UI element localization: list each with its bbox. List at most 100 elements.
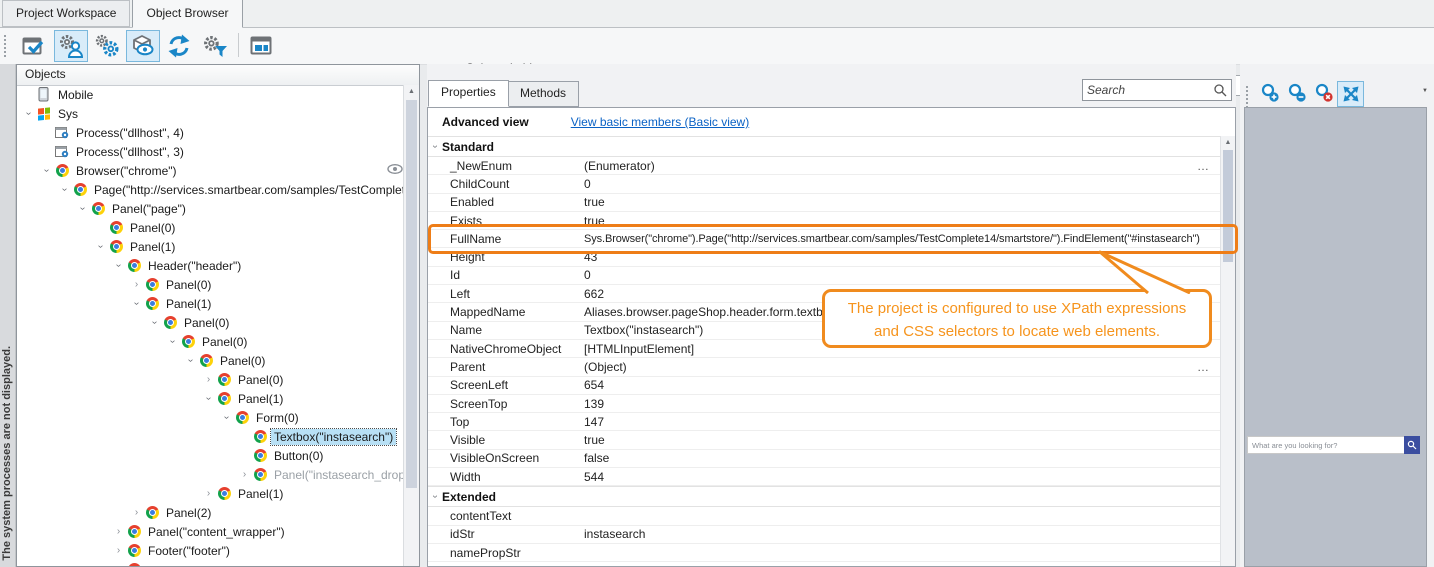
property-grid-scrollbar-thumb[interactable] [1223, 150, 1233, 262]
toolbar-button-box-eye[interactable] [126, 30, 160, 62]
property-name: namePropStr [428, 546, 584, 560]
tree-item[interactable]: Button(0) [17, 446, 404, 465]
collapse-icon[interactable]: › [113, 258, 124, 273]
property-more-button[interactable]: … [1197, 159, 1220, 173]
tree-item[interactable]: Process("dllhost", 3) [17, 142, 404, 161]
collapse-icon[interactable]: › [185, 353, 196, 368]
tree-item[interactable]: Textbox("instasearch") [17, 427, 404, 446]
tree-item[interactable] [17, 560, 404, 566]
tree-item[interactable]: ›Page("http://services.smartbear.com/sam… [17, 180, 404, 199]
property-row[interactable]: FullNameSys.Browser("chrome").Page("http… [428, 230, 1220, 248]
tree-item[interactable]: ›Panel(2) [17, 503, 404, 522]
property-row[interactable]: ScreenLeft654 [428, 377, 1220, 395]
toolbar-button-window-check[interactable] [18, 30, 52, 62]
collapse-icon[interactable]: › [221, 410, 232, 425]
toolbar-button-gears[interactable] [90, 30, 124, 62]
property-more-button[interactable]: … [1197, 360, 1220, 374]
collapse-icon[interactable]: › [23, 106, 34, 121]
toolbar-drag-handle[interactable] [4, 35, 10, 57]
collapse-icon[interactable]: › [59, 182, 70, 197]
collapse-icon[interactable]: › [41, 163, 52, 178]
expand-icon[interactable]: › [201, 374, 216, 385]
preview-toolbar-dropdown[interactable]: ▼ [1422, 88, 1428, 94]
property-row[interactable]: ObjectIdentifierinstasearch [428, 562, 1220, 567]
tree-item[interactable]: ›Panel(1) [17, 237, 404, 256]
preview-button-zoom-reset[interactable] [1310, 80, 1337, 106]
collapse-icon[interactable]: › [131, 296, 142, 311]
property-row[interactable]: idStrinstasearch [428, 526, 1220, 544]
properties-search-input[interactable] [1083, 83, 1213, 97]
tree-item-label: Panel(0) [235, 372, 286, 388]
tab-methods[interactable]: Methods [507, 81, 579, 107]
tree-item[interactable]: Process("dllhost", 4) [17, 123, 404, 142]
tree-scrollbar[interactable]: ▲ [403, 85, 419, 566]
tab-object-browser[interactable]: Object Browser [132, 0, 242, 28]
property-row[interactable]: namePropStr [428, 544, 1220, 562]
scroll-up-icon[interactable]: ▲ [404, 85, 419, 99]
property-section-header[interactable]: ›Standard [428, 136, 1220, 157]
preview-search-input[interactable] [1247, 436, 1404, 454]
property-grid-scrollbar[interactable]: ▲ [1220, 136, 1235, 566]
property-row[interactable]: Visibletrue [428, 431, 1220, 449]
tree-item[interactable]: Panel(0) [17, 218, 404, 237]
tree-item[interactable]: ›Panel(1) [17, 389, 404, 408]
expand-icon[interactable]: › [201, 488, 216, 499]
tree-item[interactable]: ›Footer("footer") [17, 541, 404, 560]
expand-icon[interactable]: › [111, 545, 126, 556]
tree-item[interactable]: ›Browser("chrome") [17, 161, 404, 180]
collapse-icon[interactable]: › [95, 239, 106, 254]
tab-properties[interactable]: Properties [428, 80, 509, 107]
property-section-header[interactable]: ›Extended [428, 486, 1220, 507]
preview-search-button[interactable] [1404, 436, 1420, 454]
tree-item[interactable]: › Panel(0) [17, 370, 404, 389]
property-row[interactable]: Width544 [428, 468, 1220, 486]
tree-item[interactable]: ›Panel(0) [17, 275, 404, 294]
toolbar-button-gears-person[interactable] [54, 30, 88, 62]
property-row[interactable]: Id0 [428, 267, 1220, 285]
toolbar-button-window-panels[interactable] [245, 30, 279, 62]
tree-item[interactable]: ›Header("header") [17, 256, 404, 275]
tree-item[interactable]: ›Panel(1) [17, 484, 404, 503]
preview-button-zoom-in[interactable] [1256, 80, 1283, 106]
toolbar-button-refresh[interactable] [162, 30, 196, 62]
property-row[interactable]: Top147 [428, 413, 1220, 431]
tree-item[interactable]: ›Panel(0) [17, 313, 404, 332]
tree-item[interactable]: ›Panel("instasearch_drop [17, 465, 404, 484]
collapse-icon[interactable]: › [77, 201, 88, 216]
objects-tree: Mobile›SysProcess("dllhost", 4)Process("… [17, 85, 404, 566]
expand-icon[interactable]: › [129, 279, 144, 290]
property-row[interactable]: Height43 [428, 248, 1220, 266]
preview-button-fit-to-window[interactable] [1337, 81, 1364, 107]
tree-item[interactable]: ›Panel(1) [17, 294, 404, 313]
tree-item[interactable]: ›Panel(0) [17, 351, 404, 370]
tree-item[interactable]: Mobile [17, 85, 404, 104]
tree-item[interactable]: ›Form(0) [17, 408, 404, 427]
scroll-up-icon[interactable]: ▲ [1221, 136, 1235, 149]
preview-button-zoom-out[interactable] [1283, 80, 1310, 106]
toolbar-button-gear-filter[interactable] [198, 30, 232, 62]
tree-item[interactable]: ›Sys [17, 104, 404, 123]
property-row[interactable]: Parent(Object)… [428, 358, 1220, 376]
property-row[interactable]: _NewEnum(Enumerator)… [428, 157, 1220, 175]
preview-toolbar-drag-handle[interactable] [1246, 86, 1252, 108]
tree-item[interactable]: ›Panel(0) [17, 332, 404, 351]
expand-icon[interactable]: › [237, 469, 252, 480]
property-row[interactable]: contentText [428, 507, 1220, 525]
expand-icon[interactable]: › [111, 526, 126, 537]
system-processes-note-strip: The system processes are not displayed. [0, 64, 16, 567]
collapse-icon[interactable]: › [167, 334, 178, 349]
tab-project-workspace[interactable]: Project Workspace [2, 0, 130, 27]
collapse-icon[interactable]: › [149, 315, 160, 330]
expand-icon[interactable]: › [129, 507, 144, 518]
collapse-icon[interactable]: › [203, 391, 214, 406]
property-row[interactable]: Existstrue [428, 212, 1220, 230]
property-row[interactable]: ScreenTop139 [428, 395, 1220, 413]
property-row[interactable]: VisibleOnScreenfalse [428, 450, 1220, 468]
tree-item[interactable]: ›Panel("content_wrapper") [17, 522, 404, 541]
basic-view-link[interactable]: View basic members (Basic view) [571, 115, 750, 129]
property-row[interactable]: ChildCount0 [428, 175, 1220, 193]
tree-scrollbar-thumb[interactable] [406, 100, 417, 488]
zoom-in-icon [1260, 83, 1280, 103]
tree-item[interactable]: ›Panel("page") [17, 199, 404, 218]
property-row[interactable]: Enabledtrue [428, 194, 1220, 212]
